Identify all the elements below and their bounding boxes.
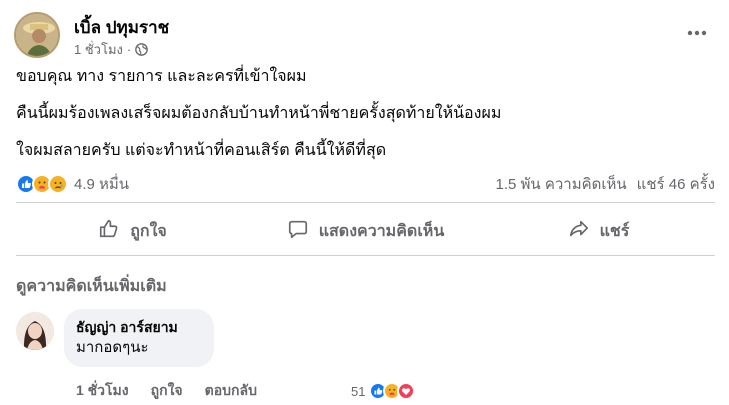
comment-text: มากอดๆนะ [76,339,149,356]
post-line: ใจผมสลายครับ แต่จะทำหน้าที่คอนเสิร์ต คืน… [16,142,387,159]
like-button[interactable]: ถูกใจ [16,210,249,252]
shares-count[interactable]: แชร์ 46 ครั้ง [637,172,715,196]
share-icon [568,218,590,245]
post-header: เบิ้ล ปทุมราช 1 ชั่วโมง · [14,12,715,62]
share-label: แชร์ [599,222,630,240]
like-label: ถูกใจ [130,222,167,240]
share-button[interactable]: แชร์ [482,210,715,252]
comment-reply-button[interactable]: ตอบกลับ [205,380,257,402]
comment-button[interactable]: แสดงความคิดเห็น [249,210,482,252]
comment-bubble: ธัญญ่า อาร์สยาม มากอดๆนะ [64,309,214,367]
sad-icon [48,174,68,194]
comment-icon [287,218,309,245]
commenter-avatar[interactable] [16,312,54,350]
meta-separator: · [126,42,132,57]
author-name[interactable]: เบิ้ล ปทุมราช [74,14,169,41]
view-more-comments-link[interactable]: ดูความคิดเห็นเพิ่มเติม [16,274,167,299]
divider [16,202,715,203]
reactions-count[interactable]: 4.9 หมื่น [74,172,129,196]
author-avatar[interactable] [14,12,60,58]
comment-author[interactable]: ธัญญ่า อาร์สยาม [76,318,202,336]
reaction-summary[interactable]: 4.9 หมื่น [16,172,129,196]
post-text: ขอบคุณ ทาง รายการ และละครที่เข้าใจผม คืน… [16,66,706,177]
stats-right: 1.5 พัน ความคิดเห็น แชร์ 46 ครั้ง [496,172,715,196]
post-line: ขอบคุณ ทาง รายการ และละครที่เข้าใจผม [16,68,307,85]
more-options-button[interactable] [685,20,709,44]
comment-reactions[interactable]: 51 [350,382,416,400]
post-time[interactable]: 1 ชั่วโมง [74,39,123,60]
love-icon [397,382,416,400]
comments-count[interactable]: 1.5 พัน ความคิดเห็น [496,172,627,196]
globe-icon[interactable] [135,43,149,56]
comment-label: แสดงความคิดเห็น [318,222,445,240]
comment-time[interactable]: 1 ชั่วโมง [76,380,129,402]
post-line: คืนนี้ผมร้องเพลงเสร็จผมต้องกลับบ้านทำหน้… [16,105,502,122]
action-bar: ถูกใจ แสดงความคิดเห็น แชร์ [16,210,715,252]
post-stats: 4.9 หมื่น 1.5 พัน ความคิดเห็น แชร์ 46 คร… [16,170,715,198]
more-dots-icon [687,23,707,41]
comment-actions: 1 ชั่วโมง ถูกใจ ตอบกลับ 51 [76,380,416,402]
divider [16,255,715,256]
thumbs-up-icon [98,218,120,245]
comment-reactions-count: 51 [350,383,366,399]
post-meta: 1 ชั่วโมง · [74,39,149,60]
comment-like-button[interactable]: ถูกใจ [151,380,183,402]
